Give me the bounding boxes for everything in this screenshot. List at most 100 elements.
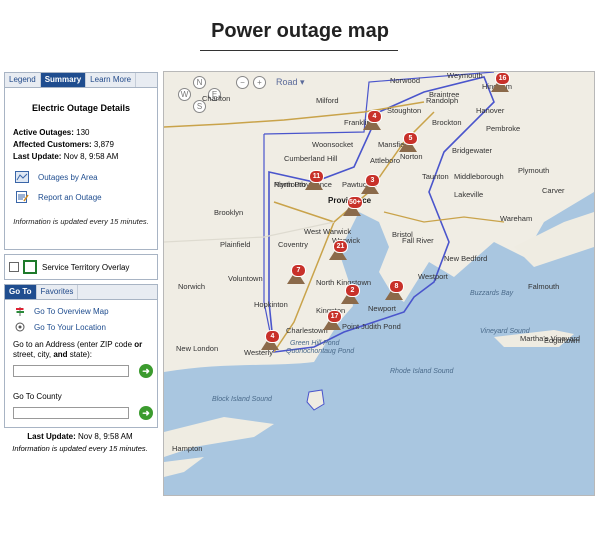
outage-count-badge: 8 (389, 280, 404, 293)
active-outages-label: Active Outages: (13, 128, 74, 137)
service-territory-overlay-toggle[interactable]: Service Territory Overlay (4, 254, 158, 280)
map-label: Rhode Island Sound (390, 368, 454, 375)
map-label: Attleboro (370, 156, 401, 165)
report-outage-link[interactable]: Report an Outage (38, 193, 102, 202)
zoom-out-button[interactable]: − (236, 76, 249, 89)
footer-update-value: Nov 8, 9:58 AM (77, 432, 133, 441)
map-label: Wareham (500, 214, 533, 223)
map-label: Brooklyn (214, 208, 244, 217)
page-title: Power outage map (211, 20, 389, 42)
outages-by-area-row[interactable]: Outages by Area (15, 171, 157, 183)
footer-last-update: Last Update: Nov 8, 9:58 AM (4, 432, 156, 441)
map-label: Norwich (178, 282, 206, 291)
map-label: Lakeville (454, 190, 484, 199)
outage-count-badge: 21 (333, 240, 348, 253)
footer-update-note: Information is updated every 15 minutes. (12, 444, 148, 453)
last-update-label: Last Update: (13, 152, 62, 161)
tab-go-to[interactable]: Go To (5, 285, 37, 299)
map-label: Brockton (432, 118, 462, 127)
map-label: Norwood (390, 76, 421, 85)
affected-customers-value: 3,879 (93, 140, 114, 149)
goto-tab-bar: Go To Favorites (5, 285, 157, 300)
map-label: New London (176, 344, 219, 353)
map-type-label: Road (276, 77, 298, 87)
map-label: Green Hill Pond (290, 340, 340, 347)
outages-by-area-link[interactable]: Outages by Area (38, 173, 98, 182)
signpost-icon (15, 306, 25, 316)
outage-count-badge: 4 (367, 110, 382, 123)
outage-count-badge: 2 (345, 284, 360, 297)
tab-summary[interactable]: Summary (40, 73, 87, 87)
map-label: Stoughton (387, 106, 422, 115)
tab-legend[interactable]: Legend (5, 73, 41, 87)
map-label: Taunton (422, 172, 449, 181)
your-location-link[interactable]: Go To Your Location (34, 323, 106, 332)
summary-heading: Electric Outage Details (31, 103, 131, 113)
outage-map[interactable]: N W E S − + Road ▾ Charlton Milford Norw… (163, 71, 595, 496)
map-label: Falmouth (528, 282, 560, 291)
map-label: Plymouth (518, 166, 550, 175)
report-outage-row[interactable]: Report an Outage (15, 191, 157, 203)
overview-map-row[interactable]: Go To Overview Map (15, 306, 157, 316)
goto-panel: Go To Favorites Go To Overview Map Go To… (4, 284, 158, 428)
target-icon (15, 322, 25, 332)
tab-favorites[interactable]: Favorites (37, 285, 79, 299)
map-label: Plainfield (220, 240, 251, 249)
outage-count-badge: 4 (265, 330, 280, 343)
county-label: Go To County (13, 392, 62, 401)
map-label: Coventry (278, 240, 309, 249)
compass-north-button[interactable]: N (193, 76, 206, 89)
your-location-row[interactable]: Go To Your Location (15, 322, 157, 332)
outage-count-badge: 7 (291, 264, 306, 277)
county-go-button[interactable]: ➜ (139, 406, 153, 420)
active-outages-value: 130 (76, 128, 90, 137)
address-input[interactable] (13, 365, 129, 377)
outage-summary-panel: Legend Summary Learn More Electric Outag… (4, 72, 158, 250)
footer-update-label: Last Update: (27, 432, 76, 441)
county-input-row: ➜ (13, 406, 157, 420)
compass-west-button[interactable]: W (178, 88, 191, 101)
overlay-label: Service Territory Overlay (42, 262, 130, 272)
overlay-checkbox[interactable] (9, 262, 19, 272)
map-label: Cumberland Hill (284, 154, 338, 163)
map-label: Milford (316, 96, 339, 105)
map-label: Hanover (476, 106, 505, 115)
map-label: Bridgewater (452, 146, 493, 155)
address-go-button[interactable]: ➜ (139, 364, 153, 378)
map-label: Charlestown (286, 326, 328, 335)
map-type-selector[interactable]: Road ▾ (276, 77, 305, 88)
report-form-icon (15, 191, 29, 203)
outage-count-badge: 17 (327, 310, 342, 323)
outage-count-badge: 3 (365, 174, 380, 187)
area-map-icon (15, 171, 29, 183)
map-label: Edgartown (544, 336, 580, 345)
address-label: Go to an Address (enter ZIP code or stre… (13, 340, 151, 360)
map-label: Buzzards Bay (470, 290, 514, 297)
affected-customers-label: Affected Customers: (13, 140, 92, 149)
map-label: Westport (418, 272, 448, 281)
chevron-down-icon: ▾ (300, 77, 305, 87)
summary-tab-bar: Legend Summary Learn More (5, 73, 157, 88)
map-label: Newport (368, 304, 396, 313)
tab-learn-more[interactable]: Learn More (86, 73, 137, 87)
county-input[interactable] (13, 407, 129, 419)
outage-count-badge: 5 (403, 132, 418, 145)
map-label: New Bedford (444, 254, 488, 263)
overview-map-link[interactable]: Go To Overview Map (34, 307, 109, 316)
map-label: North Kingstown (316, 278, 372, 287)
map-label: Randolph (426, 96, 459, 105)
update-frequency-note: Information is updated every 15 minutes. (13, 217, 149, 226)
zoom-in-button[interactable]: + (253, 76, 266, 89)
outage-stats: Active Outages: 130 Affected Customers: … (13, 127, 157, 163)
address-input-row: ➜ (13, 364, 157, 378)
address-label-text: Go to an Address (enter ZIP code (13, 340, 135, 349)
map-label: Pembroke (486, 124, 521, 133)
map-label: Woonsocket (312, 140, 354, 149)
title-divider (200, 50, 398, 51)
map-label: Hampton (172, 444, 203, 453)
last-update-value: Nov 8, 9:58 AM (63, 152, 119, 161)
map-label: Point Judith Pond (342, 322, 401, 331)
map-label: Charlton (202, 94, 231, 103)
address-label-and: and (53, 350, 68, 359)
map-label: Carver (542, 186, 565, 195)
